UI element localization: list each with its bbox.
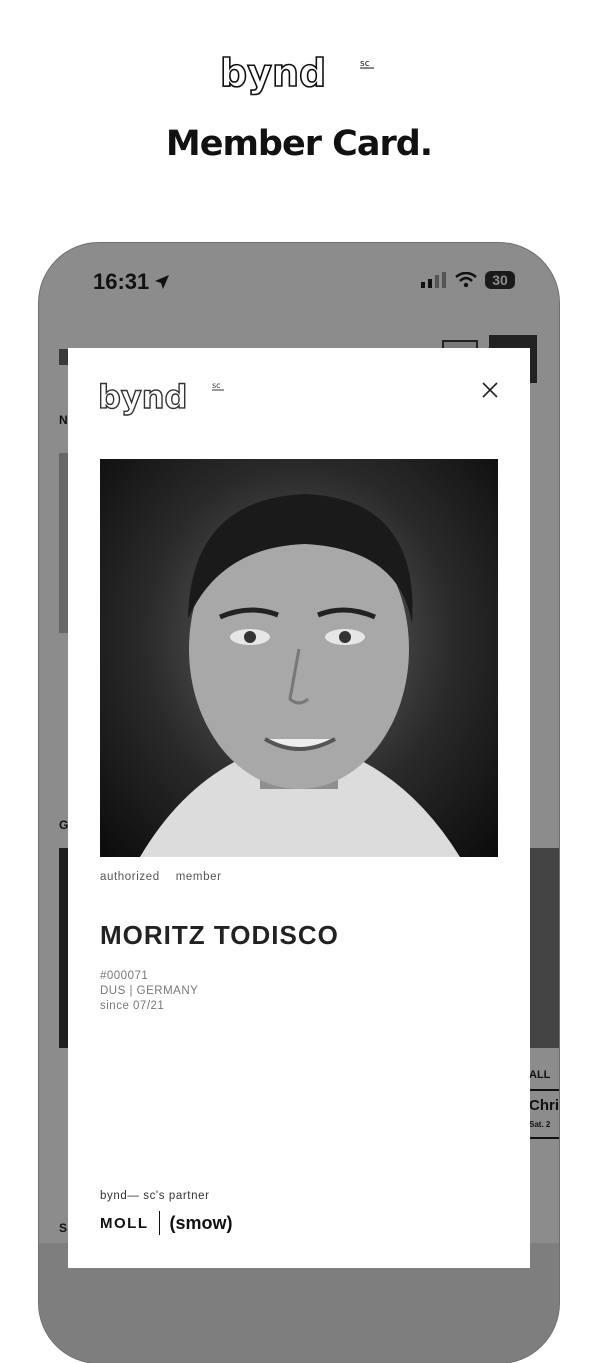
member-number: #000071 [100, 970, 149, 982]
portrait-illustration [140, 494, 460, 857]
status-icons: 30 [421, 271, 515, 289]
bg-fragment-g: G [59, 818, 69, 832]
signal-icon [421, 272, 446, 288]
close-button[interactable] [476, 376, 504, 404]
member-location: DUS | GERMANY [100, 985, 199, 997]
location-arrow-icon [155, 275, 169, 289]
member-role: authorized member [100, 871, 222, 883]
bg-fragment-s: S [59, 1221, 68, 1235]
bg-fragment-all: ALL [529, 1069, 551, 1081]
bg-fragment-chris: Chris [529, 1097, 559, 1114]
partner-logos: MOLL (smow) [100, 1210, 233, 1236]
member-photo [100, 459, 498, 857]
role-authorized: authorized [100, 871, 160, 883]
partner-divider [158, 1211, 160, 1235]
member-since: since 07/21 [100, 1000, 165, 1012]
member-card: bynd sc authorized member MORITZ TODISCO… [68, 348, 530, 1268]
partner-label: bynd— sc's partner [100, 1190, 210, 1202]
bg-fragment-date: Sat. 2 [529, 1120, 551, 1129]
bg-divider [529, 1089, 559, 1091]
bynd-logo: bynd sc [219, 56, 374, 96]
status-bar: 16:31 30 [39, 243, 559, 313]
role-member: member [175, 871, 222, 883]
bynd-logo-text: bynd [220, 56, 326, 95]
page-title: Member Card. [165, 124, 433, 164]
battery-icon: 30 [485, 271, 515, 289]
wifi-icon [455, 272, 477, 288]
partner-smow-logo: (smow) [169, 1212, 233, 1233]
card-bynd-logo: bynd sc [98, 378, 224, 417]
partner-moll-logo: MOLL [100, 1214, 149, 1232]
bg-right-card [530, 848, 559, 1048]
bg-fragment-n: N [59, 413, 68, 427]
status-time: 16:31 [93, 269, 150, 294]
bg-divider-2 [529, 1137, 559, 1139]
member-name: MORITZ TODISCO [100, 920, 339, 950]
member-details: #000071 DUS | GERMANY since 07/21 [100, 969, 198, 1014]
card-logo-superscript: sc [212, 381, 221, 390]
card-logo-text: bynd [98, 378, 187, 416]
